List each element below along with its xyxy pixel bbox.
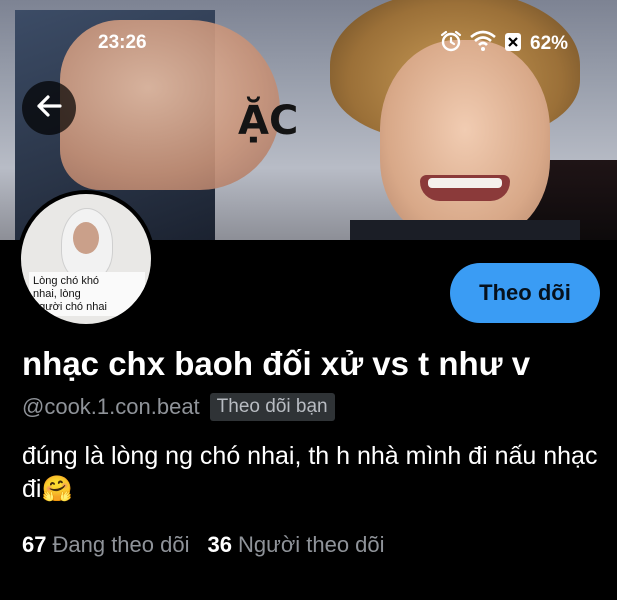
banner-face [380, 40, 550, 240]
alarm-icon [440, 30, 462, 58]
avatar-sign-line: Lòng chó khó [33, 275, 100, 287]
following-count: 67 [22, 532, 47, 557]
avatar-image: Lòng chó khó nhai, lòng người chó nhai [21, 194, 151, 324]
following-label: Đang theo dõi [52, 532, 190, 557]
battery-icon [504, 30, 522, 58]
followers-stat[interactable]: 36 Người theo dõi [207, 532, 384, 558]
banner-teeth [428, 178, 502, 188]
avatar-face [73, 222, 99, 254]
wifi-icon [470, 30, 496, 58]
back-arrow-icon [35, 92, 63, 125]
follows-you-badge: Theo dõi bạn [209, 393, 335, 421]
profile-bio: đúng là lòng ng chó nhai, th h nhà mình … [22, 442, 598, 503]
status-time: 23:26 [98, 32, 147, 53]
avatar-sign-line: nhai, lòng [33, 288, 81, 300]
display-name: nhạc chx baoh đối xử vs t như v [22, 345, 531, 382]
avatar[interactable]: Lòng chó khó nhai, lòng người chó nhai [17, 190, 155, 328]
followers-label: Người theo dõi [237, 532, 385, 557]
follow-stats: 67 Đang theo dõi 36 Người theo dõi [22, 532, 385, 558]
battery-percent: 62% [530, 33, 569, 54]
banner-caption: ẶC [238, 98, 299, 144]
status-bar: 23:26 62% [0, 28, 617, 58]
back-button[interactable] [22, 81, 76, 135]
profile-handle: @cook.1.con.beat [22, 394, 200, 419]
handle-row: @cook.1.con.beat Theo dõi bạn [22, 393, 335, 421]
banner-jacket [350, 220, 580, 240]
follow-button[interactable]: Theo dõi [450, 263, 600, 323]
avatar-sign: Lòng chó khó nhai, lòng người chó nhai [29, 272, 145, 316]
followers-count: 36 [207, 532, 232, 557]
following-stat[interactable]: 67 Đang theo dõi [22, 532, 189, 558]
status-icons: 62% [440, 30, 568, 58]
avatar-sign-line: người chó nhai [33, 301, 107, 313]
